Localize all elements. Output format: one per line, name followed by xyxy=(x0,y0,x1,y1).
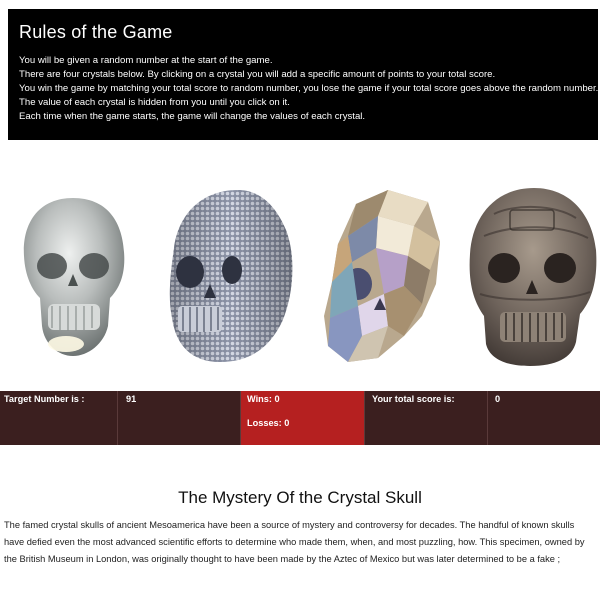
rhinestone-skull-image xyxy=(169,190,293,362)
article-section: The Mystery Of the Crystal Skull The fam… xyxy=(0,488,600,568)
rules-panel: Rules of the Game You will be given a ra… xyxy=(8,9,598,140)
wins-counter: Wins: 0 xyxy=(247,394,280,404)
total-score-label: Your total score is: xyxy=(372,394,455,404)
game-stats-bar: Target Number is : 91 Wins: 0 Losses: 0 … xyxy=(0,391,600,445)
clear-quartz-skull-image xyxy=(23,198,125,356)
wins-losses-cell: Wins: 0 Losses: 0 xyxy=(241,391,365,445)
article-body: The famed crystal skulls of ancient Meso… xyxy=(4,520,585,564)
faceted-crystal-skull-image xyxy=(324,190,440,362)
crystal-button-clear-quartz-skull[interactable] xyxy=(18,194,128,364)
score-value-cell: 0 xyxy=(488,391,600,445)
rules-line: There are four crystals below. By clicki… xyxy=(19,69,496,80)
total-score-value: 0 xyxy=(495,394,501,404)
article-title: The Mystery Of the Crystal Skull xyxy=(178,488,422,507)
crystal-button-rhinestone-skull[interactable] xyxy=(160,186,300,366)
rules-title: Rules of the Game xyxy=(19,22,173,42)
target-value-cell: 91 xyxy=(118,391,241,445)
rules-line: The value of each crystal is hidden from… xyxy=(19,97,290,108)
crystal-button-faceted-crystal-skull[interactable] xyxy=(318,186,448,366)
rules-line: You will be given a random number at the… xyxy=(19,55,273,66)
target-number-label: Target Number is : xyxy=(4,394,85,404)
target-number-value: 91 xyxy=(126,394,137,404)
crystal-row xyxy=(0,180,600,380)
losses-counter: Losses: 0 xyxy=(247,418,290,428)
score-label-cell: Your total score is: xyxy=(365,391,488,445)
rules-line: Each time when the game starts, the game… xyxy=(19,111,366,122)
crystal-button-bronze-aztec-skull[interactable] xyxy=(464,184,600,368)
rules-line: You win the game by matching your total … xyxy=(19,83,599,94)
target-label-cell: Target Number is : xyxy=(0,391,118,445)
bronze-aztec-skull-image xyxy=(469,188,597,366)
